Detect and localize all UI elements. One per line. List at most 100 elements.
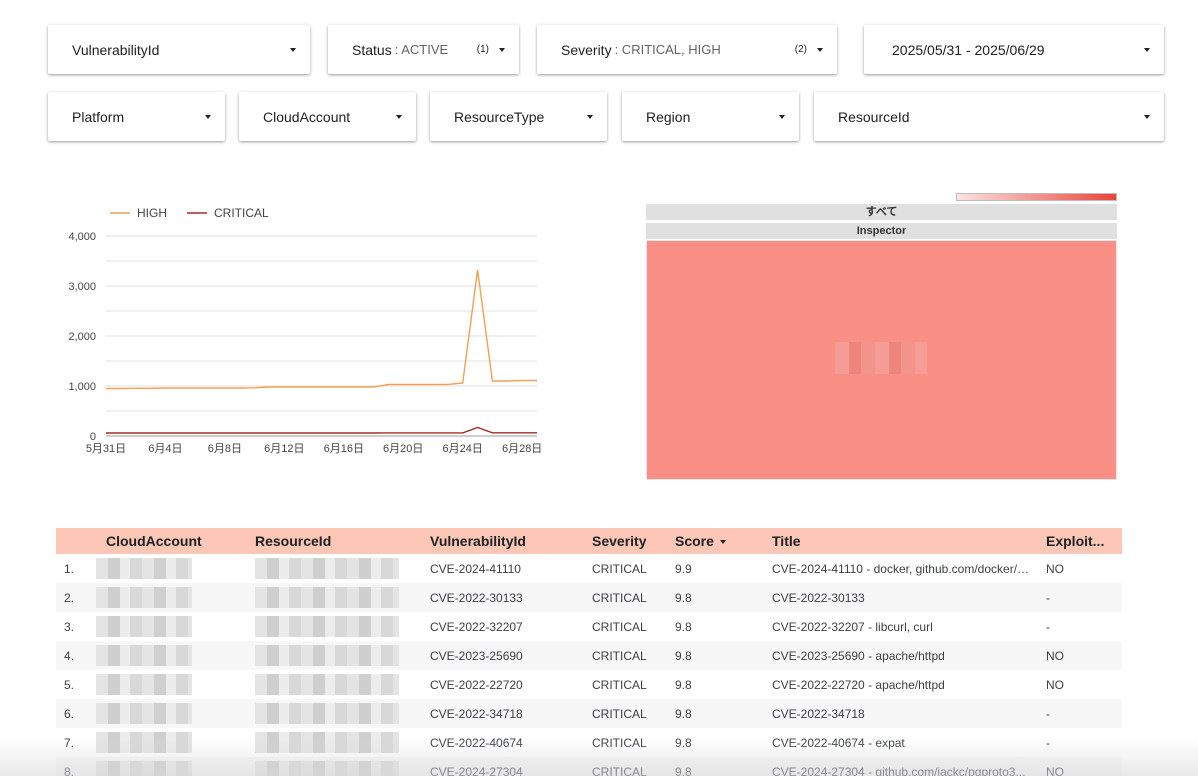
table-row[interactable]: 2. CVE-2022-30133 CRITICAL 9.8 CVE-2022-3013… xyxy=(56,583,1122,612)
cell-title: CVE-2024-27304 - github.com/jackc/pgprot… xyxy=(772,764,1026,776)
table-row[interactable]: 7. CVE-2022-40674 CRITICAL 9.8 CVE-2022-4067… xyxy=(56,728,1122,757)
table-row[interactable]: 4. CVE-2023-25690 CRITICAL 9.8 CVE-2023-2569… xyxy=(56,641,1122,670)
redacted-resourceid xyxy=(255,616,399,637)
table-body: 1. CVE-2024-41110 CRITICAL 9.9 CVE-2024-4111… xyxy=(56,554,1122,776)
filter-platform[interactable]: Platform xyxy=(48,92,225,141)
filter-label: ResourceId xyxy=(838,108,910,125)
cell-severity: CRITICAL xyxy=(592,590,647,605)
cell-vulnerabilityid: CVE-2023-25690 xyxy=(430,648,523,663)
cell-severity: CRITICAL xyxy=(592,677,647,692)
cell-exploit: NO xyxy=(1046,648,1064,663)
y-tick-label: 0 xyxy=(90,431,96,443)
y-tick-label: 3,000 xyxy=(68,281,96,293)
cell-exploit: - xyxy=(1046,735,1050,750)
dropdown-caret-icon xyxy=(779,114,785,119)
cell-vulnerabilityid: CVE-2022-34718 xyxy=(430,706,523,721)
cell-title: CVE-2024-41110 - docker, github.com/dock… xyxy=(772,561,1032,576)
treemap-child-label[interactable]: Inspector xyxy=(646,223,1117,239)
filter-region[interactable]: Region xyxy=(622,92,799,141)
table-row[interactable]: 5. CVE-2022-22720 CRITICAL 9.8 CVE-2022-2272… xyxy=(56,670,1122,699)
row-index: 6. xyxy=(64,706,75,721)
cell-score: 9.8 xyxy=(675,590,692,605)
cell-severity: CRITICAL xyxy=(592,561,647,576)
column-header-exploit[interactable]: Exploit... xyxy=(1046,533,1116,549)
legend-label: HIGH xyxy=(137,206,167,220)
x-tick-label: 6月24日 xyxy=(443,443,483,455)
filter-label: VulnerabilityId xyxy=(72,41,160,58)
cell-severity: CRITICAL xyxy=(592,619,647,634)
cell-severity: CRITICAL xyxy=(592,706,647,721)
vulnerability-trend-chart[interactable]: 0 1,000 2,000 3,000 4,000 5月31日 6月4日 6月8日 6月12日 6… xyxy=(56,196,556,466)
column-header-score[interactable]: Score xyxy=(675,533,726,549)
redacted-resourceid xyxy=(255,558,399,579)
cell-exploit: NO xyxy=(1046,764,1064,776)
column-header-cloudaccount[interactable]: CloudAccount xyxy=(106,533,202,549)
cell-vulnerabilityid: CVE-2024-27304 xyxy=(430,764,523,776)
cell-title: CVE-2022-30133 xyxy=(772,590,865,605)
redacted-cloudaccount xyxy=(96,674,192,695)
filter-label: Region xyxy=(646,108,691,125)
column-header-title[interactable]: Title xyxy=(772,533,1032,549)
cell-exploit: - xyxy=(1046,590,1050,605)
redacted-cloudaccount xyxy=(96,616,192,637)
dropdown-caret-icon xyxy=(1144,47,1150,52)
column-header-score-label: Score xyxy=(675,533,714,549)
filter-date-range[interactable]: 2025/05/31 - 2025/06/29 xyxy=(864,25,1164,74)
cell-title: CVE-2023-25690 - apache/httpd xyxy=(772,648,945,663)
cell-score: 9.8 xyxy=(675,764,692,776)
filter-severity[interactable]: Severity : CRITICAL, HIGH (2) xyxy=(537,25,837,74)
date-range-label: 2025/05/31 - 2025/06/29 xyxy=(892,41,1045,58)
filter-label: Status xyxy=(352,41,392,58)
dropdown-caret-icon xyxy=(1144,114,1150,119)
filter-value: : ACTIVE xyxy=(394,42,449,57)
redacted-cloudaccount xyxy=(96,558,192,579)
row-index: 3. xyxy=(64,619,75,634)
treemap-root-label[interactable]: すべて xyxy=(646,204,1117,220)
filter-label: Severity xyxy=(561,41,612,58)
table-row[interactable]: 6. CVE-2022-34718 CRITICAL 9.8 CVE-2022-3471… xyxy=(56,699,1122,728)
y-tick-label: 1,000 xyxy=(68,381,96,393)
treemap-cell-inspector[interactable] xyxy=(646,240,1117,480)
table-header: CloudAccount ResourceId VulnerabilityId … xyxy=(56,528,1122,554)
cell-vulnerabilityid: CVE-2022-40674 xyxy=(430,735,523,750)
dropdown-caret-icon xyxy=(587,114,593,119)
column-header-vulnerabilityid[interactable]: VulnerabilityId xyxy=(430,533,526,549)
series-line-critical xyxy=(106,426,537,434)
cell-severity: CRITICAL xyxy=(592,648,647,663)
cell-title: CVE-2022-22720 - apache/httpd xyxy=(772,677,945,692)
table-row[interactable]: 8. CVE-2024-27304 CRITICAL 9.8 CVE-2024-2730… xyxy=(56,757,1122,776)
redacted-cloudaccount xyxy=(96,587,192,608)
cell-exploit: - xyxy=(1046,619,1050,634)
cell-vulnerabilityid: CVE-2022-30133 xyxy=(430,590,523,605)
cell-vulnerabilityid: CVE-2022-32207 xyxy=(430,619,523,634)
cell-score: 9.9 xyxy=(675,561,692,576)
treemap-chart[interactable]: すべて Inspector xyxy=(646,193,1117,481)
dropdown-caret-icon xyxy=(499,47,505,52)
redacted-resourceid xyxy=(255,674,399,695)
filter-vulnerabilityid[interactable]: VulnerabilityId xyxy=(48,25,310,74)
cell-score: 9.8 xyxy=(675,648,692,663)
x-tick-label: 6月28日 xyxy=(502,443,542,455)
cell-exploit: NO xyxy=(1046,677,1064,692)
filter-label: Platform xyxy=(72,108,125,125)
column-header-resourceid[interactable]: ResourceId xyxy=(255,533,331,549)
treemap-color-legend xyxy=(956,193,1117,201)
sort-descending-icon xyxy=(719,540,726,545)
table-row[interactable]: 3. CVE-2022-32207 CRITICAL 9.8 CVE-2022-3220… xyxy=(56,612,1122,641)
cell-score: 9.8 xyxy=(675,735,692,750)
filter-cloudaccount[interactable]: CloudAccount xyxy=(239,92,416,141)
column-header-severity[interactable]: Severity xyxy=(592,533,646,549)
redacted-cloudaccount xyxy=(96,645,192,666)
filter-resourceid[interactable]: ResourceId xyxy=(814,92,1164,141)
y-tick-label: 4,000 xyxy=(68,231,96,243)
filter-resourcetype[interactable]: ResourceType xyxy=(430,92,607,141)
cell-exploit: NO xyxy=(1046,561,1064,576)
redacted-resourceid xyxy=(255,587,399,608)
filter-status[interactable]: Status : ACTIVE (1) xyxy=(328,25,519,74)
x-tick-label: 6月8日 xyxy=(208,443,242,455)
cell-severity: CRITICAL xyxy=(592,764,647,776)
filter-count: (1) xyxy=(476,44,489,55)
table-row[interactable]: 1. CVE-2024-41110 CRITICAL 9.9 CVE-2024-4111… xyxy=(56,554,1122,583)
cell-exploit: - xyxy=(1046,706,1050,721)
redacted-cloudaccount xyxy=(96,703,192,724)
